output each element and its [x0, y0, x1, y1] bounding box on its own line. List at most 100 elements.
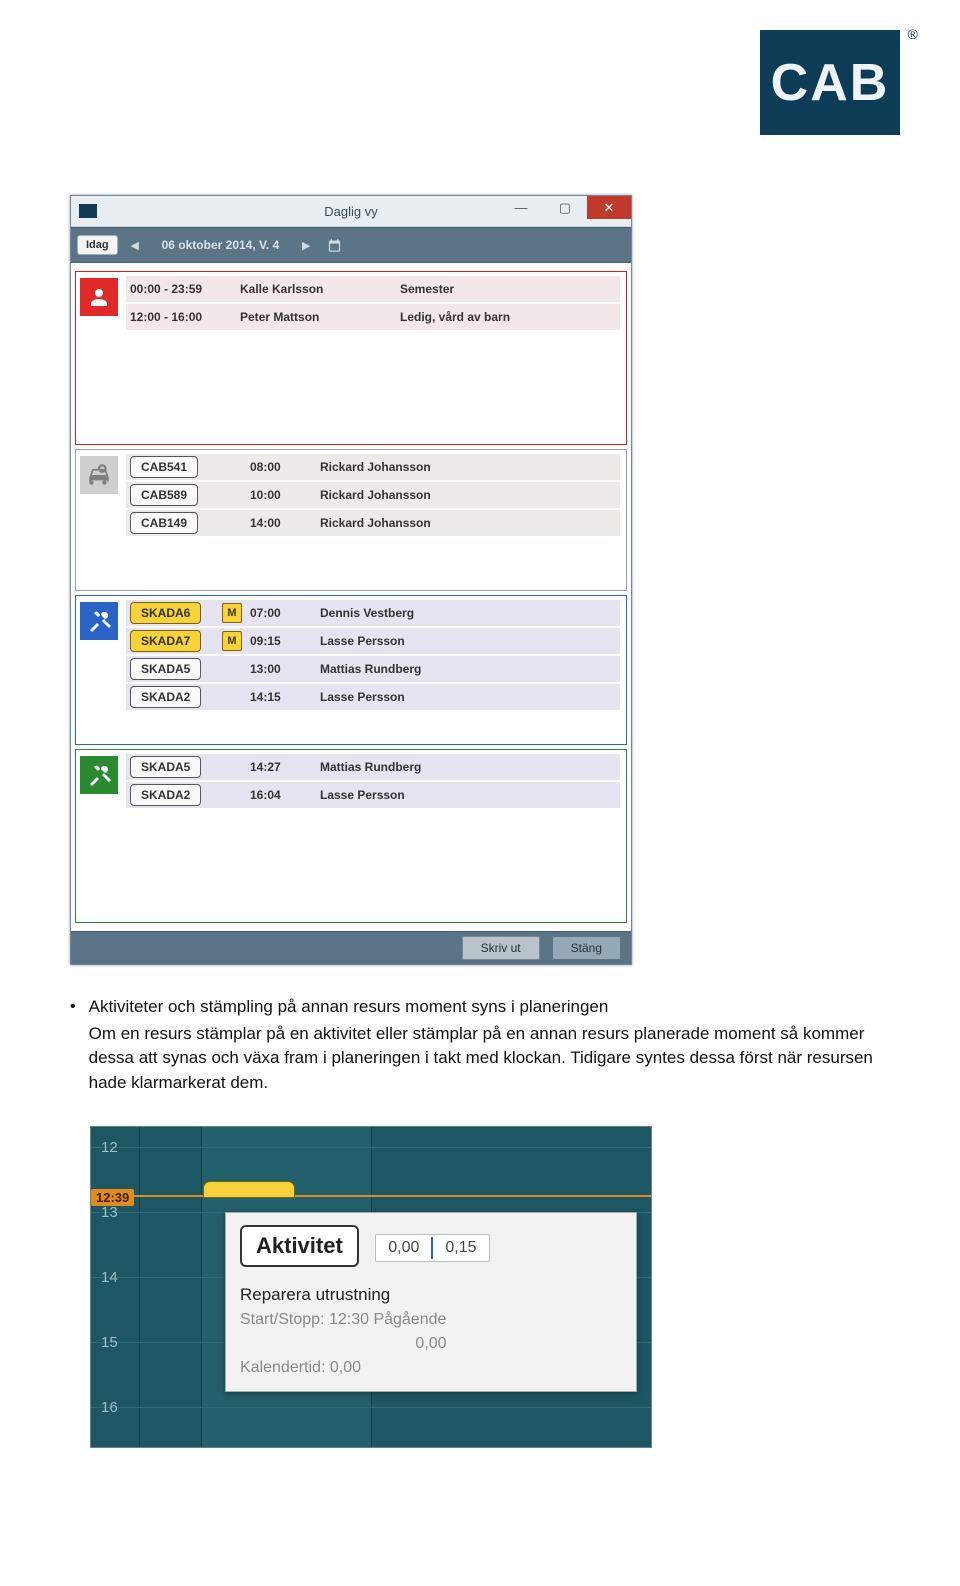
completed-section: SKADA5 14:27 Mattias Rundberg SKADA2 16:…: [75, 749, 627, 923]
maximize-button[interactable]: ▢: [543, 196, 587, 219]
activity-tooltip: Aktivitet 0,000,15 Reparera utrustning S…: [225, 1212, 637, 1392]
hour-label: 14: [101, 1269, 118, 1286]
person-name: Lasse Persson: [320, 634, 480, 648]
meta-start-stop: Start/Stopp: 12:30 Pågående: [240, 1311, 622, 1329]
meta-value: 12:30 Pågående: [329, 1311, 446, 1328]
time: 10:00: [250, 488, 320, 502]
tools-icon: [80, 756, 118, 794]
window-controls: — ▢ ✕: [499, 196, 631, 219]
planned-section: SKADA6 M 07:00 Dennis Vestberg SKADA7 M …: [75, 595, 627, 745]
vehicle-code[interactable]: CAB541: [130, 456, 198, 478]
task-code[interactable]: SKADA5: [130, 756, 201, 778]
vehicle-row: CAB149 14:00 Rickard Johansson: [126, 510, 620, 536]
window-footer: Skriv ut Stäng: [71, 931, 631, 964]
prev-day-button[interactable]: ◀: [124, 234, 146, 256]
hour-label: 15: [101, 1334, 118, 1351]
task-row: SKADA2 14:15 Lasse Persson: [126, 684, 620, 710]
activity-bar[interactable]: [203, 1181, 295, 1198]
person-name: Mattias Rundberg: [320, 662, 480, 676]
m-badge: M: [222, 603, 242, 623]
person-name: Rickard Johansson: [320, 460, 480, 474]
time: 14:27: [250, 760, 320, 774]
minimize-button[interactable]: —: [499, 196, 543, 219]
absence-note: Semester: [400, 282, 616, 296]
date-nav-bar: Idag ◀ 06 oktober 2014, V. 4 ▶: [71, 227, 631, 263]
hour-label: 16: [101, 1399, 118, 1416]
m-badge: M: [222, 631, 242, 651]
grid-vline: [139, 1127, 140, 1447]
time: 09:15: [250, 634, 320, 648]
task-code[interactable]: SKADA6: [130, 602, 201, 624]
grid-vline: [201, 1127, 202, 1447]
hour-label: 13: [101, 1204, 118, 1221]
task-row: SKADA2 16:04 Lasse Persson: [126, 782, 620, 808]
next-day-button[interactable]: ▶: [295, 234, 317, 256]
vehicle-code[interactable]: CAB589: [130, 484, 198, 506]
task-row: SKADA6 M 07:00 Dennis Vestberg: [126, 600, 620, 626]
bullet-icon: •: [70, 995, 76, 1096]
person-name: Peter Mattson: [240, 310, 400, 324]
hour-label: 12: [101, 1139, 118, 1156]
task-row: SKADA7 M 09:15 Lasse Persson: [126, 628, 620, 654]
time: 14:00: [250, 516, 320, 530]
person-name: Kalle Karlsson: [240, 282, 400, 296]
paragraph-title: Aktiviteter och stämpling på annan resur…: [89, 997, 609, 1016]
person-name: Rickard Johansson: [320, 516, 480, 530]
task-code[interactable]: SKADA2: [130, 686, 201, 708]
task-code[interactable]: SKADA7: [130, 630, 201, 652]
logo-box: ® CAB: [760, 30, 900, 135]
now-line: [91, 1195, 651, 1197]
paragraph-body: Om en resurs stämplar på en aktivitet el…: [89, 1022, 890, 1096]
time: 08:00: [250, 460, 320, 474]
current-date: 06 oktober 2014, V. 4: [152, 235, 290, 255]
absence-row: 00:00 - 23:59 Kalle Karlsson Semester: [126, 276, 620, 302]
car-search-icon: [80, 456, 118, 494]
person-name: Dennis Vestberg: [320, 606, 480, 620]
person-name: Lasse Persson: [320, 690, 480, 704]
meta-duration: 0,00: [240, 1335, 622, 1353]
daily-view-window: Daglig vy — ▢ ✕ Idag ◀ 06 oktober 2014, …: [70, 195, 632, 965]
calendar-button[interactable]: [323, 234, 345, 256]
logo-region: ® CAB: [0, 0, 960, 155]
now-marker: 12:39: [91, 1189, 134, 1206]
calendar-icon: [327, 238, 342, 253]
title-bar: Daglig vy — ▢ ✕: [71, 196, 631, 227]
cab-logo: CAB: [760, 30, 900, 135]
vehicle-code[interactable]: CAB149: [130, 512, 198, 534]
vehicle-row: CAB589 10:00 Rickard Johansson: [126, 482, 620, 508]
value-planned: 0,00: [376, 1235, 431, 1261]
schedule-detail-window: 12 13 14 15 16 12:39 Aktivitet 0,000,15 …: [90, 1126, 652, 1448]
today-button[interactable]: Idag: [77, 235, 118, 255]
absence-row: 12:00 - 16:00 Peter Mattson Ledig, vård …: [126, 304, 620, 330]
time-range: 12:00 - 16:00: [130, 310, 240, 324]
description-paragraph: • Aktiviteter och stämpling på annan res…: [95, 995, 890, 1096]
meta-value: 0,00: [330, 1359, 361, 1376]
close-window-button[interactable]: Stäng: [552, 936, 621, 960]
task-code[interactable]: SKADA2: [130, 784, 201, 806]
grid-hline: [91, 1147, 651, 1148]
value-actual: 0,15: [433, 1235, 488, 1261]
time: 16:04: [250, 788, 320, 802]
meta-label: Kalendertid:: [240, 1359, 325, 1376]
close-button[interactable]: ✕: [587, 196, 631, 219]
person-icon: [80, 278, 118, 316]
activity-description: Reparera utrustning: [240, 1285, 622, 1305]
absence-section: 00:00 - 23:59 Kalle Karlsson Semester 12…: [75, 271, 627, 445]
task-row: SKADA5 14:27 Mattias Rundberg: [126, 754, 620, 780]
meta-calendar-time: Kalendertid: 0,00: [240, 1359, 622, 1377]
person-name: Lasse Persson: [320, 788, 480, 802]
print-button[interactable]: Skriv ut: [462, 936, 540, 960]
activity-tag: Aktivitet: [240, 1225, 359, 1267]
vehicle-row: CAB541 08:00 Rickard Johansson: [126, 454, 620, 480]
grid-hline: [91, 1407, 651, 1408]
tools-icon: [80, 602, 118, 640]
hour-ruler: 12 13 14 15 16: [91, 1127, 139, 1447]
time-range: 00:00 - 23:59: [130, 282, 240, 296]
task-row: SKADA5 13:00 Mattias Rundberg: [126, 656, 620, 682]
registered-mark: ®: [908, 26, 918, 42]
time: 14:15: [250, 690, 320, 704]
section-list: 00:00 - 23:59 Kalle Karlsson Semester 12…: [71, 263, 631, 931]
task-code[interactable]: SKADA5: [130, 658, 201, 680]
time: 13:00: [250, 662, 320, 676]
person-name: Mattias Rundberg: [320, 760, 480, 774]
